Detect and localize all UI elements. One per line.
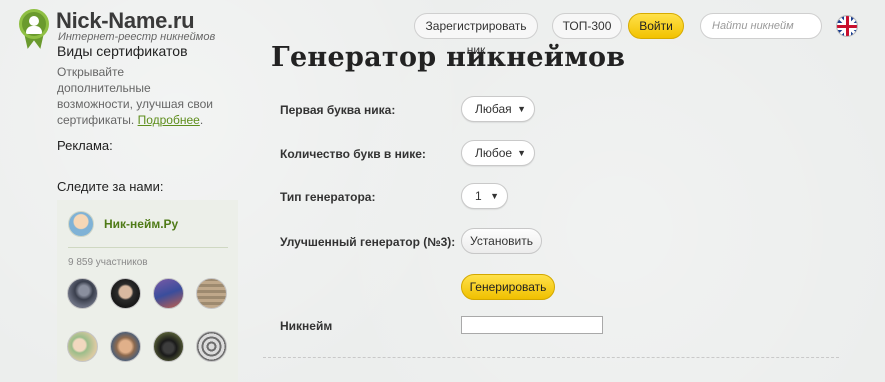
- vk-group-widget: Ник-нейм.Ру 9 859 участников: [57, 200, 238, 382]
- logo-badge-icon: [18, 9, 50, 51]
- nickname-label: Никнейм: [280, 319, 333, 333]
- first-letter-select[interactable]: Любая ▼: [461, 96, 535, 122]
- member-avatar[interactable]: [196, 331, 227, 362]
- letter-count-label: Количество букв в нике:: [280, 147, 426, 161]
- ads-label: Реклама:: [57, 138, 113, 153]
- generator-type-select[interactable]: 1 ▼: [461, 183, 508, 209]
- nickname-search-input[interactable]: [700, 13, 822, 39]
- top300-button[interactable]: ТОП-300: [552, 13, 622, 39]
- chevron-down-icon: ▼: [490, 191, 499, 201]
- vk-group-name-link[interactable]: Ник-нейм.Ру: [104, 217, 178, 231]
- member-avatar[interactable]: [110, 331, 141, 362]
- improved-generator-label: Улучшенный генератор (№3):: [280, 235, 456, 249]
- certificates-more-link[interactable]: Подробнее: [138, 113, 200, 127]
- member-avatar[interactable]: [196, 278, 227, 309]
- letter-count-select[interactable]: Любое ▼: [461, 140, 535, 166]
- chevron-down-icon: ▼: [517, 104, 526, 114]
- chevron-down-icon: ▼: [517, 148, 526, 158]
- generator-type-label: Тип генератора:: [280, 190, 376, 204]
- generator-type-value: 1: [475, 189, 482, 203]
- login-button[interactable]: Войти: [628, 13, 684, 39]
- logo-title: Nick-Name.ru: [56, 8, 195, 33]
- members-count: 9 859 участников: [68, 257, 148, 268]
- letter-count-value: Любое: [475, 146, 513, 160]
- logo-subtitle: Интернет-реестр никнеймов: [58, 31, 216, 43]
- member-avatar[interactable]: [153, 278, 184, 309]
- certificates-title: Виды сертификатов: [57, 43, 188, 59]
- first-letter-value: Любая: [475, 102, 512, 116]
- section-divider: [263, 357, 839, 358]
- member-avatar[interactable]: [153, 331, 184, 362]
- certificates-text: Открывайте дополнительные возможности, у…: [57, 64, 217, 128]
- first-letter-label: Первая буква ника:: [280, 103, 396, 117]
- member-avatar[interactable]: [67, 278, 98, 309]
- install-button[interactable]: Установить: [461, 228, 542, 254]
- widget-divider: [68, 247, 228, 248]
- register-nickname-button[interactable]: Зарегистрировать ник: [414, 13, 538, 57]
- certificates-text-period: .: [199, 113, 204, 127]
- generate-button[interactable]: Генерировать: [461, 274, 555, 300]
- member-avatar[interactable]: [67, 331, 98, 362]
- member-avatar[interactable]: [110, 278, 141, 309]
- group-avatar[interactable]: [68, 211, 94, 237]
- uk-flag-icon[interactable]: [836, 15, 858, 37]
- nickname-output-field[interactable]: [461, 316, 603, 334]
- page-title: Генератор никнеймов: [271, 42, 626, 73]
- follow-us-label: Следите за нами:: [57, 179, 164, 194]
